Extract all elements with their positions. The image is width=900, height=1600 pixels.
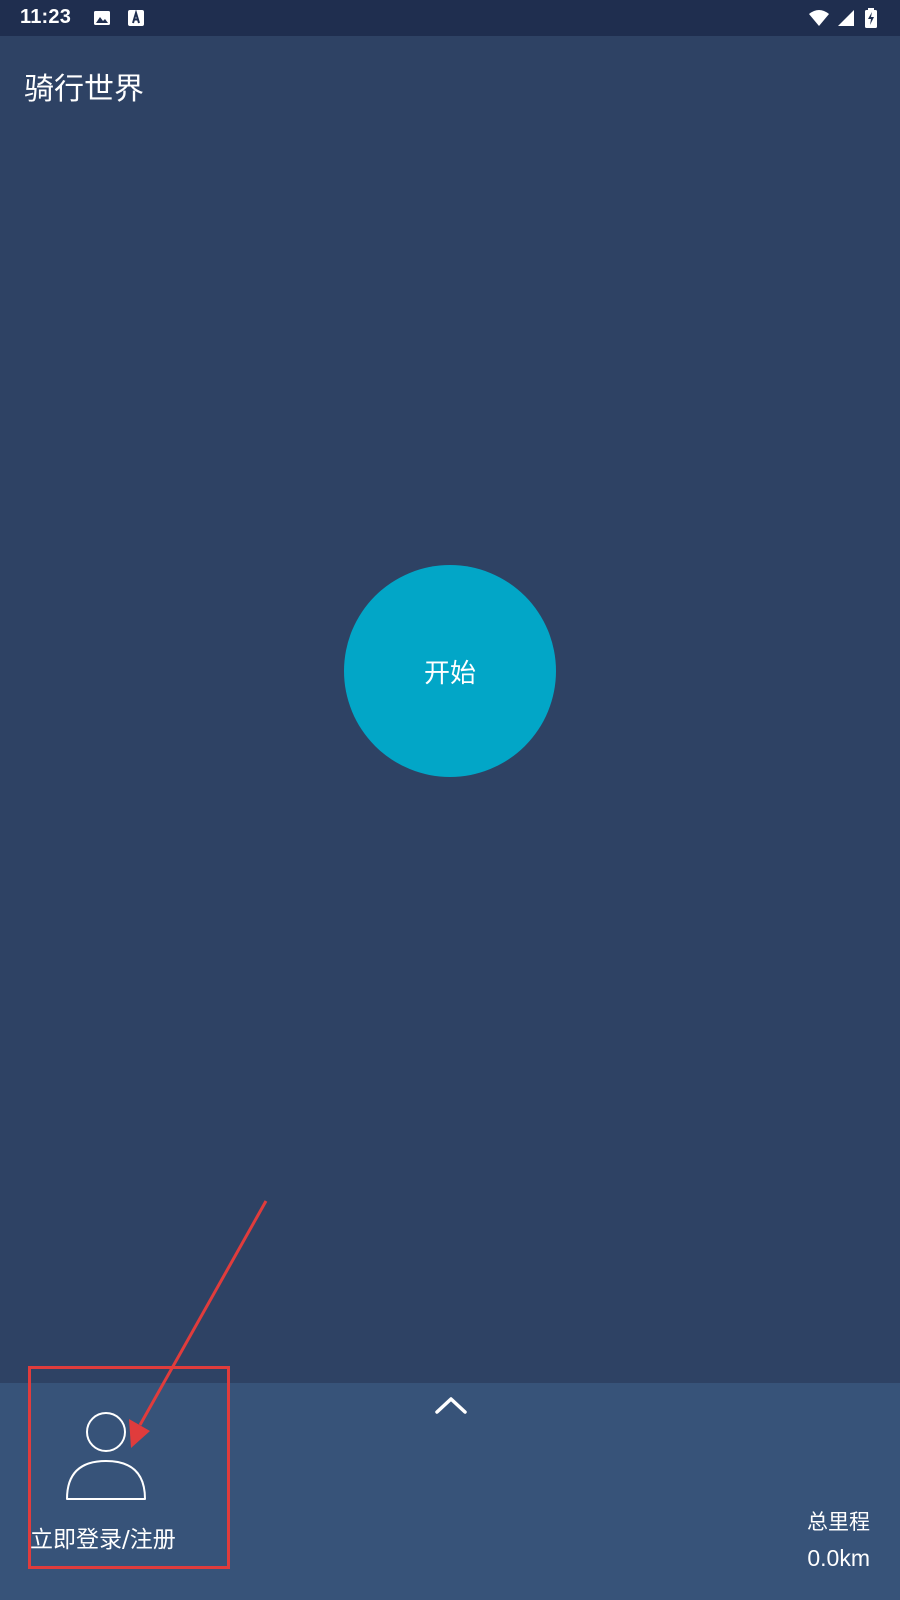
login-register-button[interactable]: 立即登录/注册	[28, 1366, 230, 1571]
start-button-label: 开始	[423, 658, 476, 689]
image-icon	[92, 8, 112, 28]
start-button[interactable]: 开始	[344, 565, 556, 777]
cell-signal-icon	[836, 8, 856, 28]
wifi-icon	[808, 8, 830, 28]
annotation-arrow	[129, 1200, 268, 1448]
page-title: 骑行世界	[24, 72, 144, 107]
status-bar: 11:23	[0, 0, 900, 36]
total-mileage-value: 0.0km	[807, 1545, 870, 1571]
login-register-label: 立即登录/注册	[30, 1527, 176, 1553]
status-time: 11:23	[20, 6, 72, 28]
total-mileage-label: 总里程	[807, 1510, 870, 1534]
user-icon	[64, 1411, 148, 1505]
battery-charging-icon	[864, 8, 880, 28]
font-download-icon	[126, 8, 146, 28]
chevron-up-icon[interactable]	[433, 1390, 469, 1418]
